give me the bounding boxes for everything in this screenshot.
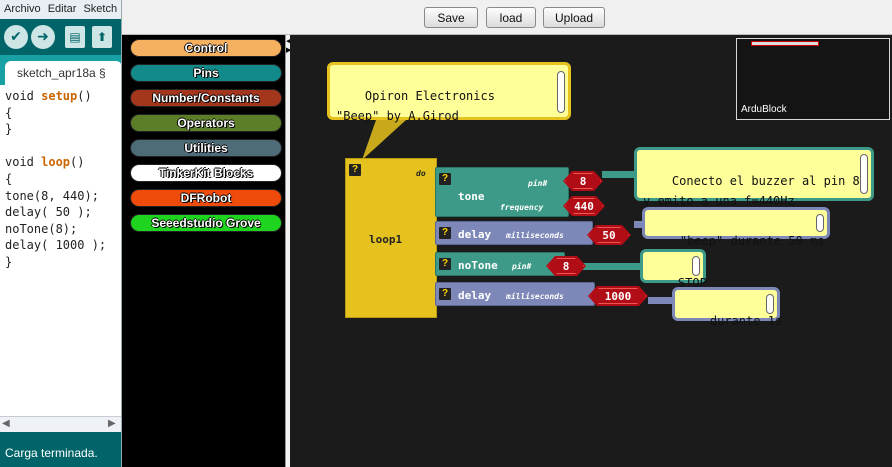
tone-comment[interactable]: Conecto el buzzer al pin 8, y emito a un… [634,147,874,208]
sketch-tab[interactable]: sketch_apr18a § [5,61,121,85]
code-line: void loop() [5,154,117,171]
arduino-ide-window: Archivo Editar Sketch ✔ ➜ ▤ ⬆ sketch_apr… [0,0,122,467]
delay1-help-icon[interactable]: ? [439,227,451,239]
notone-label: noTone [458,259,498,272]
save-button[interactable]: Save [424,7,478,28]
code-keyword: setup [41,89,78,103]
palette-category-pins[interactable]: Pins [130,64,282,82]
delay1-value[interactable]: 50 [587,225,631,245]
palette-category-number-constants[interactable]: Number/Constants [130,89,282,107]
ide-menubar: Archivo Editar Sketch [0,0,121,19]
comment-scroll-knob[interactable] [692,256,700,276]
open-sketch-button[interactable]: ⬆ [92,26,112,48]
block-palette: Control Pins Number/Constants Operators Util… [122,35,285,467]
comment-scroll-knob[interactable] [557,71,565,113]
tone-comment-connector [602,171,636,178]
delay2-ms-label: milliseconds [506,292,564,301]
notone-help-icon[interactable]: ? [439,258,451,270]
delay-block-2[interactable]: ? delay milliseconds [435,282,595,306]
code-line: void setup() [5,88,117,105]
code-line: tone(8, 440); [5,188,99,203]
code-type: void [5,89,42,103]
code-line: delay( 1000 ); [5,238,107,253]
delay2-label: delay [458,289,492,302]
header-comment-text: Opiron Electronics "Beep" by A.Girod [336,89,495,123]
upload-arrow-button[interactable]: ➜ [31,25,55,49]
menu-editar[interactable]: Editar [48,3,77,16]
code-type: void [5,155,42,170]
notone-pin-label: pin# [512,262,532,271]
code-line: { [5,105,13,120]
code-line: } [5,254,13,269]
palette-category-seeedstudio-grove[interactable]: Seeedstudio Grove [130,214,282,232]
tone-frequency-label: frequency [500,203,544,212]
ide-toolbar: ✔ ➜ ▤ ⬆ [0,19,121,55]
delay2-help-icon[interactable]: ? [439,288,451,300]
code-line: } [5,122,13,137]
delay1-ms-label: milliseconds [506,231,564,240]
delay-block-1[interactable]: ? delay milliseconds [435,221,593,245]
delay1-comment[interactable]: "beep" durante 50 ms [642,207,830,248]
comment-scroll-knob[interactable] [860,154,868,194]
ardublock-toolbar: Save load Upload [122,0,892,35]
loop-do-label: do [416,169,426,178]
code-editor[interactable]: void setup(){} void loop(){tone(8, 440); d… [0,86,121,416]
code-line: noTone(8); [5,221,78,236]
notone-comment[interactable]: STOP [640,249,707,290]
document-icon: ▤ [69,30,81,44]
tone-label: tone [458,190,485,203]
tone-pin-label: pin# [528,179,548,188]
verify-button[interactable]: ✔ [4,25,28,49]
code-line: { [5,171,13,186]
header-comment[interactable]: Opiron Electronics "Beep" by A.Girod [327,62,571,123]
status-bar: Carga terminada. [0,432,121,467]
load-button[interactable]: load [486,7,536,28]
palette-category-dfrobot[interactable]: DFRobot [130,189,282,207]
ide-tab-row: sketch_apr18a § [0,55,121,85]
palette-category-control[interactable]: Control [130,39,282,57]
palette-category-operators[interactable]: Operators [130,114,282,132]
code-parens: () [70,155,85,170]
code-line: delay( 50 ); [5,205,92,220]
palette-category-tinkerkit-blocks[interactable]: TinkerKit Blocks [130,164,282,182]
header-comment-tail [362,120,406,160]
menu-archivo[interactable]: Archivo [4,3,41,16]
delay2-value[interactable]: 1000 [588,286,648,306]
code-keyword: loop [41,155,71,170]
delay2-comment-text: durante 1s [709,314,783,328]
palette-category-utilities[interactable]: Utilities [130,139,282,157]
scroll-left-icon[interactable]: ◀ [2,418,10,429]
notone-block[interactable]: ? noTone pin# [435,252,565,276]
code-parens: () [77,89,92,103]
upload-button[interactable]: Upload [543,7,605,28]
delay2-comment[interactable]: durante 1s [672,287,782,328]
comment-scroll-knob[interactable] [766,294,774,314]
comment-scroll-knob[interactable] [816,214,824,232]
delay1-label: delay [458,228,492,241]
delay1-comment-text: "beep" durante 50 ms [679,234,825,248]
tone-help-icon[interactable]: ? [439,173,451,185]
notone-comment-connector [582,263,642,270]
menu-sketch[interactable]: Sketch [83,3,117,16]
arrow-up-icon: ⬆ [96,30,108,44]
loop-block[interactable]: ? do loop1 [345,158,437,318]
arrow-right-icon: ➜ [37,29,49,45]
scroll-right-icon[interactable]: ▶ [108,418,116,429]
horizontal-scrollbar[interactable]: ◀ ▶ [0,416,121,432]
block-workspace[interactable]: ArduBlock Opiron Electronics "Beep" by A… [290,35,892,467]
tone-block[interactable]: ? tone pin# frequency [435,167,569,217]
loop-label: loop1 [369,233,403,246]
new-sketch-button[interactable]: ▤ [65,26,85,48]
loop-help-icon[interactable]: ? [349,164,361,176]
checkmark-icon: ✔ [10,29,22,45]
